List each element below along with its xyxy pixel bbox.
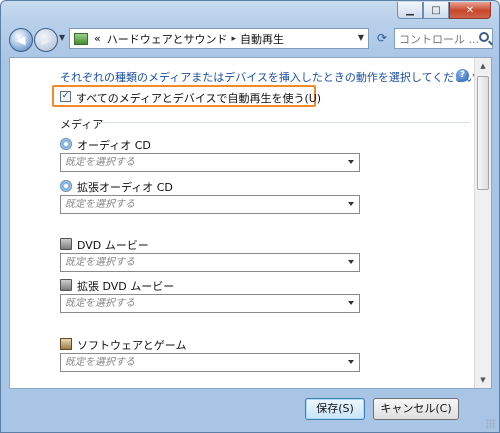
audio-cd-action-select[interactable]: 既定を選択する <box>60 153 360 172</box>
dropdown-arrow-icon <box>348 301 354 305</box>
dropdown-arrow-icon <box>348 360 354 364</box>
navigation-bar: ◀ ▶ ▼ « ハードウェアとサウンド ▸ 自動再生 ▼ ⟳ コントロール ..… <box>9 27 493 53</box>
dropdown-arrow-icon <box>348 260 354 264</box>
close-button[interactable]: ✕ <box>449 2 491 19</box>
search-icon[interactable] <box>479 32 489 42</box>
select-value: 既定を選択する <box>65 157 135 168</box>
resize-grip-icon[interactable] <box>486 419 496 429</box>
address-dropdown-icon[interactable]: ▼ <box>358 33 364 42</box>
media-section-header: メディア <box>60 116 470 132</box>
audio-cd-icon <box>60 138 72 150</box>
media-item-label: DVD ムービー <box>77 239 149 252</box>
autoplay-checkbox[interactable]: ✓ <box>60 91 71 102</box>
media-item-label: オーディオ CD <box>77 139 151 152</box>
select-value: 既定を選択する <box>65 298 135 309</box>
select-value: 既定を選択する <box>65 357 135 368</box>
recent-pages-dropdown-icon[interactable]: ▼ <box>59 33 65 42</box>
vertical-scrollbar[interactable]: ▲ ▼ <box>474 58 491 388</box>
maximize-button[interactable]: □ <box>423 2 449 19</box>
enhanced-dvd-movie-action-select[interactable]: 既定を選択する <box>60 294 360 313</box>
autoplay-checkbox-label[interactable]: すべてのメディアとデバイスで自動再生を使う(U) <box>76 90 321 106</box>
content-pane: それぞれの種類のメディアまたはデバイスを挿入したときの動作を選択してください ?… <box>9 57 492 389</box>
address-bar[interactable]: « ハードウェアとサウンド ▸ 自動再生 ▼ <box>69 28 369 49</box>
window-frame: ▁ □ ✕ ◀ ▶ ▼ « ハードウェアとサウンド ▸ 自動再生 ▼ ⟳ コント… <box>0 0 500 433</box>
search-input[interactable]: コントロール ... <box>394 28 493 49</box>
scroll-up-icon[interactable]: ▲ <box>476 58 490 74</box>
software-games-action-select[interactable]: 既定を選択する <box>60 353 360 372</box>
software-game-icon <box>60 338 72 350</box>
breadcrumb-separator-icon[interactable]: ▸ <box>232 34 237 44</box>
search-placeholder: コントロール ... <box>399 32 479 46</box>
refresh-icon[interactable]: ⟳ <box>373 31 391 47</box>
scroll-down-icon[interactable]: ▼ <box>476 372 490 388</box>
scroll-thumb[interactable] <box>477 76 489 190</box>
breadcrumb-current[interactable]: 自動再生 <box>240 31 284 47</box>
control-panel-icon <box>74 32 88 45</box>
minimize-button[interactable]: ▁ <box>397 2 423 19</box>
instruction-text: それぞれの種類のメディアまたはデバイスを挿入したときの動作を選択してください <box>60 71 477 84</box>
enhanced-audio-cd-action-select[interactable]: 既定を選択する <box>60 195 360 214</box>
dvd-icon <box>60 279 72 291</box>
section-label: メディア <box>60 118 104 131</box>
help-icon[interactable]: ? <box>456 69 469 82</box>
cancel-button[interactable]: キャンセル(C) <box>373 398 459 420</box>
dvd-movie-action-select[interactable]: 既定を選択する <box>60 253 360 272</box>
breadcrumb-prefix[interactable]: « <box>94 32 101 45</box>
section-divider <box>98 122 470 123</box>
dropdown-arrow-icon <box>348 160 354 164</box>
audio-cd-icon <box>60 180 72 192</box>
media-item-label: ソフトウェアとゲーム <box>77 339 187 352</box>
autoplay-highlight: ✓ すべてのメディアとデバイスで自動再生を使う(U) <box>52 85 321 107</box>
dvd-icon <box>60 238 72 250</box>
caption-buttons: ▁ □ ✕ <box>397 2 491 19</box>
forward-button[interactable]: ▶ <box>34 28 58 52</box>
dropdown-arrow-icon <box>348 202 354 206</box>
media-item-label: 拡張 DVD ムービー <box>77 280 175 293</box>
media-item-label: 拡張オーディオ CD <box>77 181 173 194</box>
select-value: 既定を選択する <box>65 199 135 210</box>
select-value: 既定を選択する <box>65 257 135 268</box>
save-button[interactable]: 保存(S) <box>305 398 365 420</box>
back-button[interactable]: ◀ <box>9 28 33 52</box>
breadcrumb-parent[interactable]: ハードウェアとサウンド <box>107 31 228 47</box>
